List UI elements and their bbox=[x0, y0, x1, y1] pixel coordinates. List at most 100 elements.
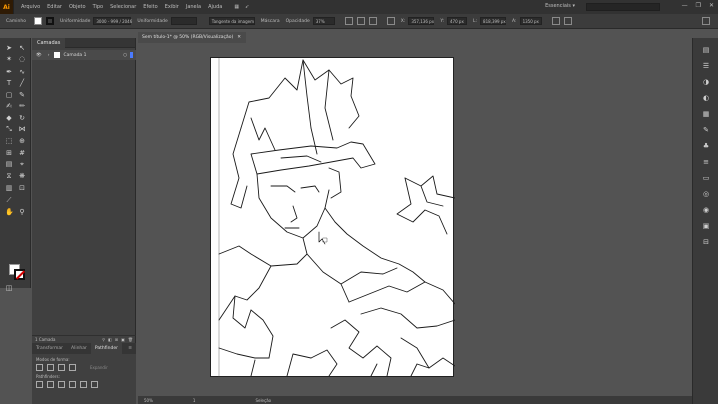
paintbrush-icon[interactable]: ✎ bbox=[18, 91, 26, 99]
target-icon[interactable]: ○ bbox=[123, 53, 127, 58]
shape-builder-icon[interactable]: ⊕ bbox=[18, 137, 26, 145]
brushes-icon[interactable]: ✎ bbox=[702, 126, 710, 134]
symbol-sprayer-icon[interactable]: ❋ bbox=[18, 172, 26, 180]
color-guide-icon[interactable]: ◐ bbox=[702, 94, 710, 102]
minimize-button[interactable]: — bbox=[682, 2, 688, 9]
gradient-icon[interactable]: ▤ bbox=[5, 160, 13, 168]
fill-color-icon[interactable] bbox=[34, 17, 42, 25]
unite-icon[interactable] bbox=[36, 364, 43, 371]
trim-icon[interactable] bbox=[47, 381, 54, 388]
rectangle-icon[interactable]: ▢ bbox=[5, 91, 13, 99]
artboard[interactable] bbox=[210, 57, 455, 377]
exclude-icon[interactable] bbox=[69, 364, 76, 371]
libraries-icon[interactable]: ☰ bbox=[702, 62, 710, 70]
rocket-icon[interactable]: ➶ bbox=[245, 4, 249, 10]
panel-menu-icon[interactable] bbox=[702, 17, 710, 25]
direct-selection-icon[interactable]: ↖ bbox=[18, 44, 26, 52]
divide-icon[interactable] bbox=[36, 381, 43, 388]
isolate-icon[interactable] bbox=[563, 17, 572, 25]
lasso-icon[interactable]: ◌ bbox=[18, 55, 26, 63]
tab-layers[interactable]: Camadas bbox=[32, 37, 66, 48]
panel-menu-icon[interactable]: ≡ bbox=[124, 343, 136, 354]
perspective-icon[interactable]: ⊞ bbox=[5, 149, 13, 157]
visibility-eye-icon[interactable]: 👁 bbox=[36, 53, 42, 58]
zoom-icon[interactable]: ⚲ bbox=[18, 208, 26, 216]
layer-name[interactable]: Camada 1 bbox=[64, 53, 87, 58]
style-icon[interactable] bbox=[344, 17, 353, 25]
new-sublayer-icon[interactable]: ⊞ bbox=[115, 337, 118, 342]
intersect-icon[interactable] bbox=[58, 364, 65, 371]
menu-file[interactable]: Arquivo bbox=[21, 4, 40, 10]
slice-icon[interactable]: ⟋ bbox=[5, 196, 13, 204]
document-tab[interactable]: Sem título-1* @ 50% (RGB/Visualização) ✕ bbox=[138, 32, 246, 43]
reference-point-icon[interactable] bbox=[386, 17, 395, 25]
transform-icon[interactable] bbox=[551, 17, 560, 25]
transparency-icon[interactable]: ◎ bbox=[702, 190, 710, 198]
y-input[interactable]: 470 px bbox=[447, 17, 468, 25]
graph-icon[interactable]: ▥ bbox=[5, 184, 13, 192]
line-icon[interactable]: ╱ bbox=[18, 79, 26, 87]
clipping-mask-icon[interactable]: ◧ bbox=[108, 337, 112, 342]
opacity-input[interactable]: 37% bbox=[312, 17, 335, 25]
menu-window[interactable]: Janela bbox=[186, 4, 201, 10]
magic-wand-icon[interactable]: ✶ bbox=[5, 55, 13, 63]
width-input[interactable]: 818,399 px bbox=[480, 17, 507, 25]
artboard-icon[interactable]: ⊡ bbox=[18, 184, 26, 192]
tab-pathfinder[interactable]: Pathfinder bbox=[90, 343, 122, 354]
curvature-icon[interactable]: ∿ bbox=[18, 68, 26, 76]
artboard-navigator[interactable]: 1 bbox=[193, 398, 196, 403]
minus-front-icon[interactable] bbox=[47, 364, 54, 371]
selection-icon[interactable]: ➤ bbox=[5, 44, 13, 52]
menu-help[interactable]: Ajuda bbox=[208, 4, 222, 10]
stroke-color-icon[interactable] bbox=[46, 17, 54, 25]
new-layer-icon[interactable]: ▣ bbox=[121, 337, 125, 342]
menu-select[interactable]: Selecionar bbox=[110, 4, 136, 10]
menu-view[interactable]: Exibir bbox=[165, 4, 179, 10]
properties-icon[interactable]: ▤ bbox=[702, 46, 710, 54]
expand-button[interactable]: Expandir bbox=[90, 365, 108, 370]
outline-icon[interactable] bbox=[80, 381, 87, 388]
tab-align[interactable]: Alinhar bbox=[67, 343, 91, 354]
draw-mode-icon[interactable]: ◫ bbox=[5, 284, 13, 292]
tab-transform[interactable]: Transformar bbox=[32, 343, 67, 354]
zoom-level[interactable]: 50% bbox=[144, 398, 153, 403]
align-panel-icon[interactable]: ⊟ bbox=[702, 238, 710, 246]
image-trace-field[interactable]: Tangente da imagem bbox=[208, 17, 255, 25]
mask-button[interactable]: Máscara bbox=[261, 19, 280, 24]
trash-icon[interactable]: 🗑 bbox=[128, 337, 133, 342]
maximize-button[interactable]: ❐ bbox=[696, 2, 701, 9]
pencil-icon[interactable]: ✏ bbox=[18, 102, 26, 110]
layout-grid-icon[interactable]: ▦ bbox=[234, 4, 239, 10]
search-help-input[interactable] bbox=[586, 3, 660, 11]
eyedropper-icon[interactable]: ⌖ bbox=[18, 160, 26, 168]
expand-chevron-icon[interactable]: › bbox=[48, 53, 50, 58]
type-icon[interactable]: T bbox=[5, 79, 13, 87]
rotate-icon[interactable]: ↻ bbox=[18, 114, 26, 122]
workspace-switcher[interactable]: Essenciais bbox=[545, 3, 575, 9]
stroke-icon[interactable]: ≡ bbox=[702, 158, 710, 166]
layer-row[interactable]: 👁 › Camada 1 ○ bbox=[32, 50, 136, 60]
menu-edit[interactable]: Editar bbox=[47, 4, 62, 10]
close-icon[interactable]: ✕ bbox=[237, 35, 241, 40]
color-icon[interactable]: ◑ bbox=[702, 78, 710, 86]
menu-type[interactable]: Tipo bbox=[93, 4, 104, 10]
brush-select[interactable] bbox=[170, 17, 197, 25]
minus-back-icon[interactable] bbox=[91, 381, 98, 388]
symbols-icon[interactable]: ♣ bbox=[702, 142, 710, 150]
pen-icon[interactable]: ✒ bbox=[5, 68, 13, 76]
hand-icon[interactable]: ✋ bbox=[5, 208, 14, 216]
gradient-panel-icon[interactable]: ▭ bbox=[702, 174, 710, 182]
stroke-swatch[interactable] bbox=[14, 269, 25, 280]
mesh-icon[interactable]: # bbox=[18, 149, 26, 157]
merge-icon[interactable] bbox=[58, 381, 65, 388]
locate-object-icon[interactable]: ⚲ bbox=[102, 337, 105, 342]
menu-object[interactable]: Objeto bbox=[69, 4, 86, 10]
close-window-button[interactable]: ✕ bbox=[709, 2, 714, 9]
eraser-icon[interactable]: ◆ bbox=[5, 114, 13, 122]
x-input[interactable]: 357,136 px bbox=[408, 17, 435, 25]
blend-icon[interactable]: ⧖ bbox=[5, 172, 13, 180]
appearance-icon[interactable]: ◉ bbox=[702, 206, 710, 214]
free-transform-icon[interactable]: ⬚ bbox=[5, 137, 13, 145]
align-icon[interactable] bbox=[368, 17, 377, 25]
width-icon[interactable]: ⋈ bbox=[18, 125, 26, 133]
